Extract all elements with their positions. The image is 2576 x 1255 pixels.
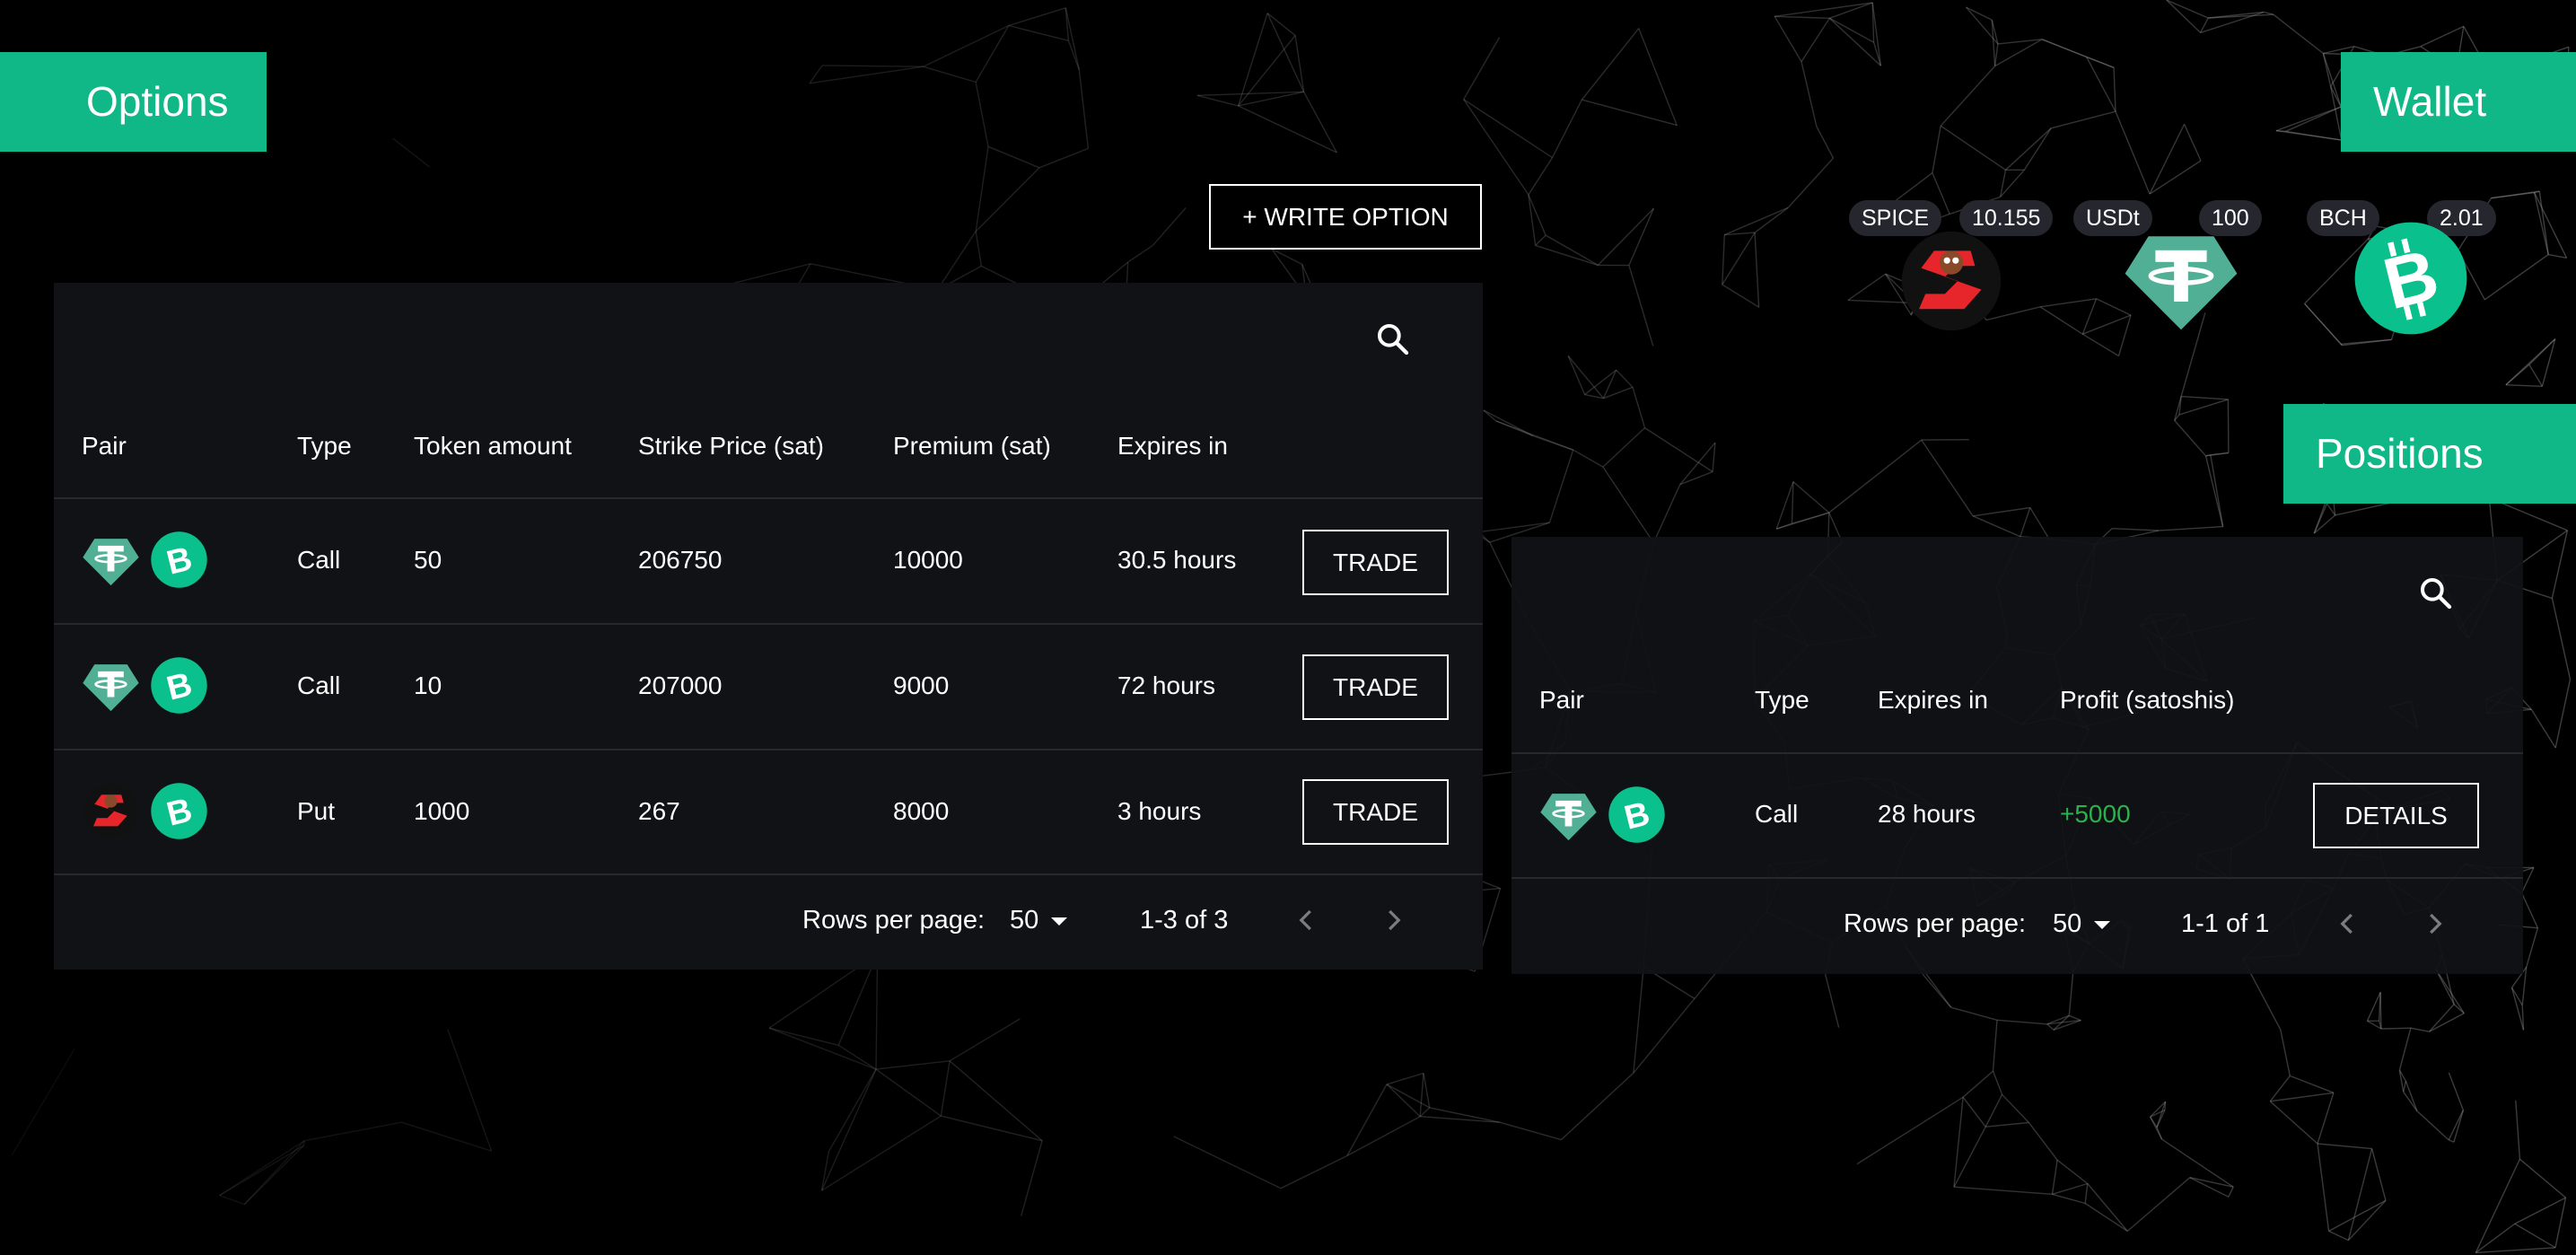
rows-per-page-select[interactable]: 50 <box>1010 906 1069 935</box>
wallet-title: Wallet <box>2341 52 2576 152</box>
options-table: Pair Type Token amount Strike Price (sat… <box>54 283 1483 970</box>
column-header-premium[interactable]: Premium (sat) <box>893 432 1051 461</box>
caret-down-icon <box>1051 917 1068 926</box>
chevron-left-icon[interactable] <box>2335 910 2361 937</box>
trade-button[interactable]: TRADE <box>1302 654 1449 720</box>
expires-cell: 30.5 hours <box>1117 546 1237 574</box>
rows-per-page-label: Rows per page: <box>1844 909 2027 938</box>
rows-per-page-label: Rows per page: <box>802 906 986 935</box>
premium-cell: 10000 <box>893 546 963 574</box>
type-cell: Put <box>297 797 336 825</box>
spice-icon <box>1901 231 2002 331</box>
column-header-strike-price[interactable]: Strike Price (sat) <box>638 432 824 461</box>
profit-cell: +5000 <box>2060 800 2131 828</box>
trade-button[interactable]: TRADE <box>1302 779 1449 845</box>
column-header-token-amount[interactable]: Token amount <box>414 432 572 461</box>
wallet-item-bch[interactable]: BCH 2.01 B <box>2307 200 2531 335</box>
search-icon[interactable] <box>2418 575 2454 611</box>
divider <box>54 623 1483 625</box>
rows-per-page-value: 50 <box>2053 909 2082 938</box>
strike-cell: 207000 <box>638 671 723 699</box>
wallet-item-spice[interactable]: SPICE 10.155 <box>1840 200 2064 331</box>
token-amount-cell: 1000 <box>414 797 470 825</box>
divider <box>54 497 1483 499</box>
premium-cell: 8000 <box>893 797 950 825</box>
tether-icon <box>1540 794 1597 841</box>
chevron-right-icon[interactable] <box>1380 907 1406 934</box>
type-cell: Call <box>297 671 341 699</box>
column-header-pair[interactable]: Pair <box>1539 686 1584 715</box>
write-option-button[interactable]: + WRITE OPTION <box>1209 184 1482 250</box>
bch-icon: B <box>151 531 207 588</box>
divider <box>54 749 1483 750</box>
chevron-left-icon[interactable] <box>1293 907 1320 934</box>
column-header-type[interactable]: Type <box>297 432 352 461</box>
trade-button[interactable]: TRADE <box>1302 530 1449 595</box>
expires-cell: 72 hours <box>1117 671 1215 699</box>
tether-icon <box>2125 236 2238 330</box>
pagination-range: 1-1 of 1 <box>2181 909 2270 938</box>
caret-down-icon <box>2094 920 2111 929</box>
rows-per-page-select[interactable]: 50 <box>2053 909 2112 939</box>
premium-cell: 9000 <box>893 671 950 699</box>
positions-title: Positions <box>2283 404 2576 504</box>
pair-cell: B <box>82 656 208 715</box>
divider <box>1511 752 2523 754</box>
pagination-range: 1-3 of 3 <box>1140 906 1229 935</box>
bch-icon: B <box>2354 222 2467 335</box>
rows-per-page-value: 50 <box>1010 906 1039 935</box>
details-button[interactable]: DETAILS <box>2313 783 2479 848</box>
positions-table: Pair Type Expires in Profit (satoshis) B… <box>1511 537 2523 974</box>
pair-cell: B <box>1539 785 1666 844</box>
wallet-balances: SPICE 10.155 USDt 100 BCH 2.01 B <box>1840 200 2531 344</box>
pair-cell: B <box>82 531 208 589</box>
options-title: Options <box>0 52 267 152</box>
column-header-type[interactable]: Type <box>1755 686 1809 715</box>
expires-cell: 28 hours <box>1878 800 1976 828</box>
spice-icon <box>83 784 138 838</box>
column-header-pair[interactable]: Pair <box>82 432 127 461</box>
wallet-item-usdt[interactable]: USDt 100 <box>2073 200 2298 330</box>
strike-cell: 267 <box>638 797 680 825</box>
pair-cell: B <box>82 782 208 840</box>
token-amount-cell: 50 <box>414 546 442 574</box>
bch-icon: B <box>1608 786 1665 843</box>
tether-icon <box>83 664 139 712</box>
search-icon[interactable] <box>1375 321 1411 357</box>
token-amount-cell: 10 <box>414 671 442 699</box>
column-header-expires[interactable]: Expires in <box>1117 432 1228 461</box>
type-cell: Call <box>1755 800 1799 828</box>
column-header-expires[interactable]: Expires in <box>1878 686 1988 715</box>
type-cell: Call <box>297 546 341 574</box>
divider <box>1511 877 2523 879</box>
expires-cell: 3 hours <box>1117 797 1202 825</box>
bch-icon: B <box>151 783 207 839</box>
divider <box>54 873 1483 875</box>
strike-cell: 206750 <box>638 546 723 574</box>
column-header-profit[interactable]: Profit (satoshis) <box>2060 686 2235 715</box>
chevron-right-icon[interactable] <box>2421 910 2448 937</box>
tether-icon <box>83 539 139 586</box>
bch-icon: B <box>151 657 207 714</box>
